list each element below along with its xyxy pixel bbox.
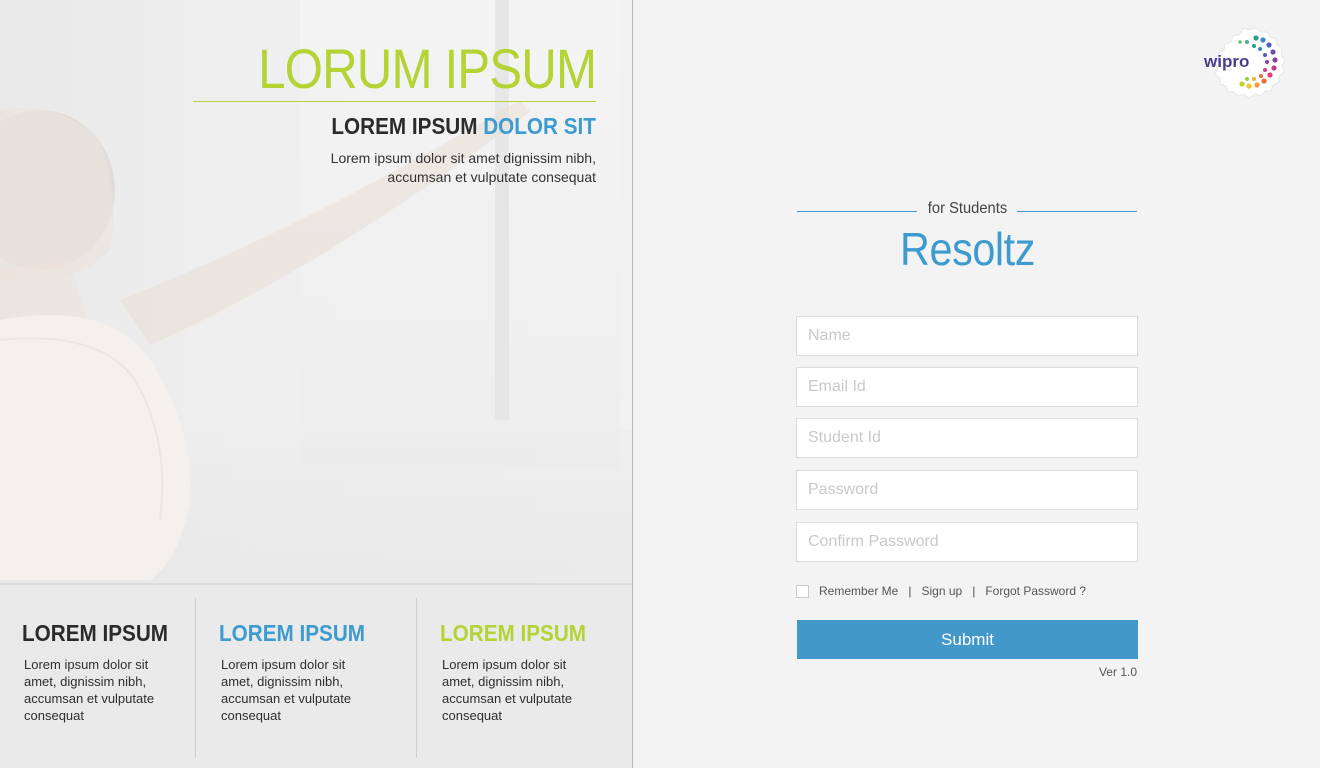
version-label: Ver 1.0	[1098, 665, 1137, 679]
hero-subtitle: LOREM IPSUM DOLOR SIT	[331, 113, 596, 140]
brand-name-reflection	[814, 270, 1121, 285]
feature-text: Lorem ipsum dolor sit amet, dignissim ni…	[24, 657, 155, 723]
svg-text:wipro: wipro	[1203, 52, 1249, 71]
hero-title: LORUM IPSUM	[257, 37, 597, 100]
email-field[interactable]	[796, 367, 1138, 407]
brand-name: Resoltz	[900, 223, 1035, 275]
hero-panel: LORUM IPSUM LOREM IPSUM DOLOR SIT Lorem …	[0, 0, 632, 768]
feature-band: LOREM IPSUM Lorem ipsum dolor sit amet, …	[0, 583, 632, 768]
hero-title-underline	[193, 101, 596, 102]
form-options: Remember Me | Sign up | Forgot Password …	[796, 582, 1096, 600]
hero-subtitle-accent: DOLOR SIT	[483, 113, 596, 139]
feature-heading: LOREM IPSUM	[22, 620, 169, 646]
submit-button[interactable]: Submit	[797, 620, 1138, 659]
forgot-password-link[interactable]: Forgot Password ?	[985, 584, 1086, 598]
tagline-rule-right	[1017, 211, 1137, 212]
remember-me-label[interactable]: Remember Me	[819, 584, 898, 598]
sign-up-link[interactable]: Sign up	[921, 584, 962, 598]
password-field[interactable]	[796, 470, 1138, 510]
feature-text: Lorem ipsum dolor sit amet, dignissim ni…	[442, 657, 573, 723]
hero-subtitle-main: LOREM IPSUM	[331, 113, 478, 139]
feature-column: LOREM IPSUM Lorem ipsum dolor sit amet, …	[197, 598, 417, 758]
feature-text: Lorem ipsum dolor sit amet, dignissim ni…	[221, 657, 352, 723]
feature-column: LOREM IPSUM Lorem ipsum dolor sit amet, …	[418, 598, 632, 758]
hero-description: Lorem ipsum dolor sit amet dignissim nib…	[330, 150, 596, 185]
option-separator: |	[972, 584, 976, 598]
student-id-field[interactable]	[796, 418, 1138, 458]
name-field[interactable]	[796, 316, 1138, 356]
feature-heading: LOREM IPSUM	[440, 620, 587, 646]
option-separator: |	[908, 584, 912, 598]
confirm-password-field[interactable]	[796, 522, 1138, 562]
brand-tagline: for Students	[927, 200, 1008, 217]
feature-column: LOREM IPSUM Lorem ipsum dolor sit amet, …	[0, 598, 196, 758]
feature-heading: LOREM IPSUM	[219, 620, 366, 646]
wipro-logo: wipro	[1203, 27, 1286, 99]
remember-me-checkbox[interactable]	[796, 584, 809, 598]
brand-tagline-row: for Students	[797, 200, 1138, 222]
